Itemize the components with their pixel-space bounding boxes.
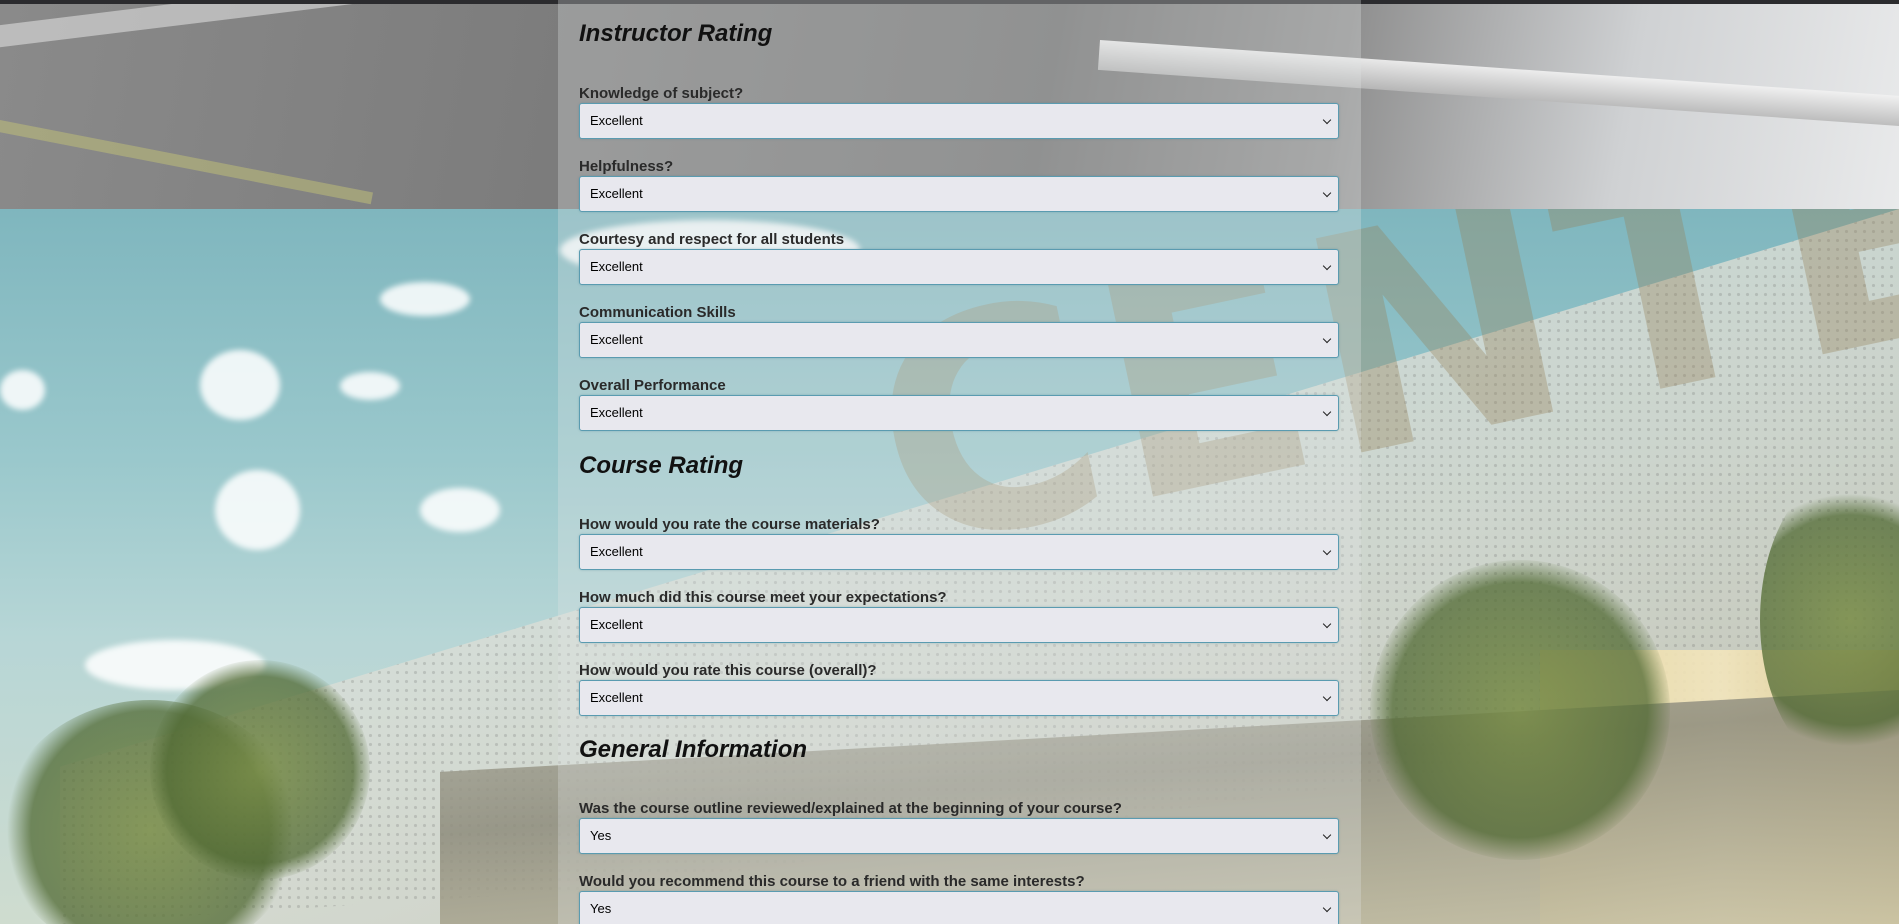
question-label: Helpfulness?: [579, 158, 674, 175]
chevron-down-icon: [1322, 407, 1332, 417]
select-courtesy-and-respect[interactable]: Excellent: [579, 249, 1339, 285]
cloud: [420, 488, 500, 532]
select-value: Excellent: [590, 405, 643, 420]
select-communication-skills[interactable]: Excellent: [579, 322, 1339, 358]
cloud: [215, 470, 300, 550]
chevron-down-icon: [1322, 261, 1332, 271]
section-title-general-information: General Information: [579, 736, 808, 763]
select-value: Excellent: [590, 544, 643, 559]
select-value: Excellent: [590, 259, 643, 274]
select-knowledge-of-subject[interactable]: Excellent: [579, 103, 1339, 139]
select-helpfulness[interactable]: Excellent: [579, 176, 1339, 212]
question-label: How would you rate this course (overall)…: [579, 662, 877, 679]
question-label: Was the course outline reviewed/explaine…: [579, 800, 1122, 817]
page: CENTENNIAL Instructor Rating Knowledge o…: [0, 0, 1899, 924]
chevron-down-icon: [1322, 334, 1332, 344]
select-value: Excellent: [590, 332, 643, 347]
chevron-down-icon: [1322, 188, 1332, 198]
question-label: Overall Performance: [579, 377, 726, 394]
select-course-overall[interactable]: Excellent: [579, 680, 1339, 716]
select-value: Excellent: [590, 113, 643, 128]
question-label: Knowledge of subject?: [579, 85, 744, 102]
cloud: [380, 282, 470, 316]
select-value: Yes: [590, 901, 612, 916]
chevron-down-icon: [1322, 830, 1332, 840]
chevron-down-icon: [1322, 619, 1332, 629]
section-title-instructor-rating: Instructor Rating: [579, 20, 773, 47]
select-value: Excellent: [590, 690, 643, 705]
select-value: Excellent: [590, 617, 643, 632]
question-label: Communication Skills: [579, 304, 736, 321]
question-label: How would you rate the course materials?: [579, 516, 880, 533]
select-value: Excellent: [590, 186, 643, 201]
cloud: [200, 350, 280, 420]
chevron-down-icon: [1322, 546, 1332, 556]
select-course-expectations[interactable]: Excellent: [579, 607, 1339, 643]
question-label: Courtesy and respect for all students: [579, 231, 845, 248]
select-overall-performance[interactable]: Excellent: [579, 395, 1339, 431]
tree: [150, 660, 370, 880]
select-recommend-course[interactable]: Yes: [579, 891, 1339, 924]
chevron-down-icon: [1322, 692, 1332, 702]
cloud: [0, 370, 45, 410]
question-label: Would you recommend this course to a fri…: [579, 873, 1085, 890]
select-course-materials[interactable]: Excellent: [579, 534, 1339, 570]
cloud: [340, 372, 400, 400]
tree: [1370, 560, 1670, 860]
chevron-down-icon: [1322, 903, 1332, 913]
section-title-course-rating: Course Rating: [579, 452, 744, 479]
select-course-outline-reviewed[interactable]: Yes: [579, 818, 1339, 854]
select-value: Yes: [590, 828, 612, 843]
question-label: How much did this course meet your expec…: [579, 589, 947, 606]
chevron-down-icon: [1322, 115, 1332, 125]
